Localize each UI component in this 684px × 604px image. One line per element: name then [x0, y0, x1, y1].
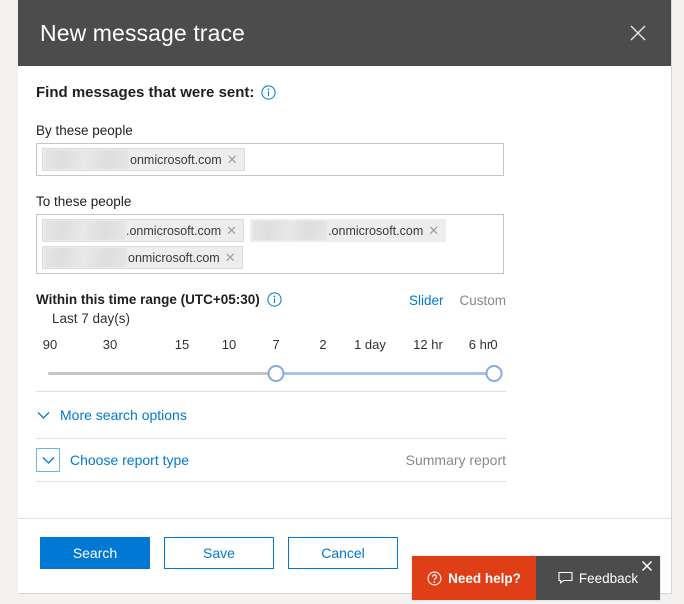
to-these-people-field: To these people .onmicrosoft.com ✕ .onmicr… — [36, 194, 649, 274]
to-these-people-input[interactable]: .onmicrosoft.com ✕ .onmicrosoft.com ✕ onmicr… — [36, 214, 504, 274]
slider-tick-label: 7 — [272, 337, 280, 352]
slider-tick-label: 90 — [42, 337, 58, 352]
close-icon[interactable] — [621, 16, 655, 50]
choose-report-type-toggle[interactable]: Choose report type Summary report — [36, 439, 506, 481]
new-message-trace-panel: New message trace Find messages that wer… — [18, 0, 672, 594]
recipient-pill-label: .onmicrosoft.com — [126, 223, 222, 238]
choose-report-type-value: Summary report — [405, 452, 506, 468]
slider-tick-label: 0 — [490, 337, 498, 352]
slider-tick-label: 30 — [102, 337, 118, 352]
recipient-pill[interactable]: .onmicrosoft.com ✕ — [42, 219, 245, 242]
speech-bubble-icon — [558, 571, 573, 585]
by-these-people-label: By these people — [36, 123, 133, 138]
close-icon[interactable]: ✕ — [224, 224, 241, 237]
slider-track-fill — [276, 372, 494, 375]
info-icon[interactable] — [267, 292, 282, 307]
close-icon[interactable] — [639, 558, 655, 574]
more-search-options-label: More search options — [60, 407, 187, 423]
lead-text: Find messages that were sent: — [36, 84, 255, 101]
redacted-address — [45, 150, 129, 169]
question-circle-icon — [427, 571, 442, 586]
more-search-options-toggle[interactable]: More search options — [36, 392, 506, 438]
lead-row: Find messages that were sent: — [36, 84, 649, 101]
recipient-pill[interactable]: onmicrosoft.com ✕ — [42, 246, 243, 269]
time-range-subtitle: Last 7 day(s) — [52, 311, 131, 326]
by-these-people-input[interactable]: onmicrosoft.com ✕ — [36, 143, 504, 176]
need-help-button[interactable]: Need help? — [412, 556, 536, 600]
help-feedback-widget: Need help? Feedback — [412, 556, 660, 600]
panel-header: New message trace — [18, 0, 671, 66]
slider-tick-labels: 90 30 15 10 7 2 1 day 12 hr 6 hr 0 — [36, 337, 506, 355]
slider-handle-start[interactable] — [267, 365, 285, 382]
time-range-section: Within this time range (UTC+05:30) Slide… — [36, 292, 649, 385]
slider-tick-label: 1 day — [354, 337, 386, 352]
slider-tick-label: 10 — [221, 337, 237, 352]
by-these-people-field: By these people onmicrosoft.com ✕ — [36, 123, 649, 176]
recipient-pill-label: onmicrosoft.com — [128, 250, 220, 265]
recipient-pill[interactable]: .onmicrosoft.com ✕ — [250, 219, 447, 242]
choose-report-type-label: Choose report type — [70, 452, 190, 468]
slider-track-area[interactable] — [36, 365, 506, 383]
page-title: New message trace — [40, 19, 245, 46]
close-icon[interactable]: ✕ — [426, 224, 443, 237]
divider — [36, 481, 506, 482]
recipient-pill-label: onmicrosoft.com — [130, 152, 222, 167]
info-icon[interactable] — [261, 85, 277, 100]
time-range-title: Within this time range (UTC+05:30) — [36, 292, 260, 307]
chevron-down-icon — [36, 408, 50, 422]
redacted-address — [45, 221, 125, 240]
recipient-pill[interactable]: onmicrosoft.com ✕ — [42, 148, 245, 171]
to-these-people-label: To these people — [36, 194, 132, 209]
slider-tick-label: 12 hr — [413, 337, 443, 352]
time-range-slider[interactable]: 90 30 15 10 7 2 1 day 12 hr 6 hr 0 — [36, 337, 506, 385]
close-icon[interactable]: ✕ — [223, 251, 240, 264]
save-button[interactable]: Save — [164, 537, 274, 569]
tab-custom[interactable]: Custom — [459, 293, 506, 308]
slider-tick-label: 6 hr — [468, 337, 492, 352]
feedback-button[interactable]: Feedback — [536, 556, 660, 600]
slider-tick-label: 2 — [319, 337, 327, 352]
time-range-mode-toggle: Slider Custom — [409, 292, 506, 308]
slider-handle-end[interactable] — [485, 365, 503, 382]
redacted-address — [45, 248, 127, 267]
tab-slider[interactable]: Slider — [409, 293, 444, 308]
cancel-button[interactable]: Cancel — [288, 537, 398, 569]
chevron-down-icon[interactable] — [36, 448, 60, 472]
need-help-label: Need help? — [448, 570, 521, 586]
slider-tick-label: 15 — [174, 337, 190, 352]
panel-body: Find messages that were sent: By these p… — [18, 66, 671, 518]
time-range-header: Within this time range (UTC+05:30) Slide… — [36, 292, 506, 308]
feedback-label: Feedback — [578, 570, 639, 586]
search-button[interactable]: Search — [40, 537, 150, 569]
recipient-pill-label: .onmicrosoft.com — [328, 223, 424, 238]
close-icon[interactable]: ✕ — [225, 153, 242, 166]
redacted-address — [253, 221, 328, 240]
